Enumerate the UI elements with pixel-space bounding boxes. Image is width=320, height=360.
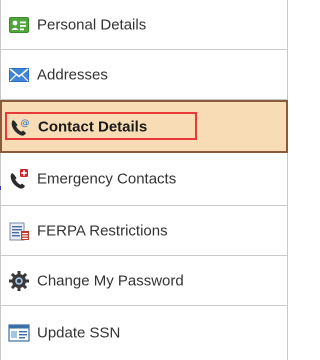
nav-item-addresses[interactable]: Addresses xyxy=(1,50,287,100)
nav-right-border xyxy=(287,0,288,360)
gear-icon xyxy=(9,270,29,291)
phone-emergency-icon xyxy=(10,169,28,189)
envelope-icon xyxy=(9,67,29,82)
nav-item-label: FERPA Restrictions xyxy=(37,222,168,239)
nav-item-update-ssn[interactable]: Update SSN xyxy=(1,306,287,360)
svg-text:@: @ xyxy=(21,118,30,128)
ferpa-document-icon xyxy=(9,222,29,240)
nav-item-label: Personal Details xyxy=(37,16,147,33)
nav-item-label: Emergency Contacts xyxy=(37,170,177,188)
side-navigation: Personal Details Addresses @ Contact Det… xyxy=(0,0,288,360)
nav-item-ferpa-restrictions[interactable]: FERPA Restrictions xyxy=(1,206,287,256)
phone-at-icon: @ xyxy=(11,118,30,136)
personal-details-icon xyxy=(9,16,29,33)
nav-item-label: Addresses xyxy=(37,66,108,83)
nav-item-emergency-contacts[interactable]: Emergency Contacts xyxy=(1,153,287,206)
nav-item-label: Update SSN xyxy=(37,324,121,342)
nav-item-label: Change My Password xyxy=(37,272,184,289)
nav-item-contact-details[interactable]: @ Contact Details xyxy=(0,100,288,153)
nav-item-label: Contact Details xyxy=(38,118,148,135)
ssn-window-icon xyxy=(8,324,30,342)
nav-item-change-my-password[interactable]: Change My Password xyxy=(1,256,287,306)
nav-item-personal-details[interactable]: Personal Details xyxy=(1,0,287,50)
